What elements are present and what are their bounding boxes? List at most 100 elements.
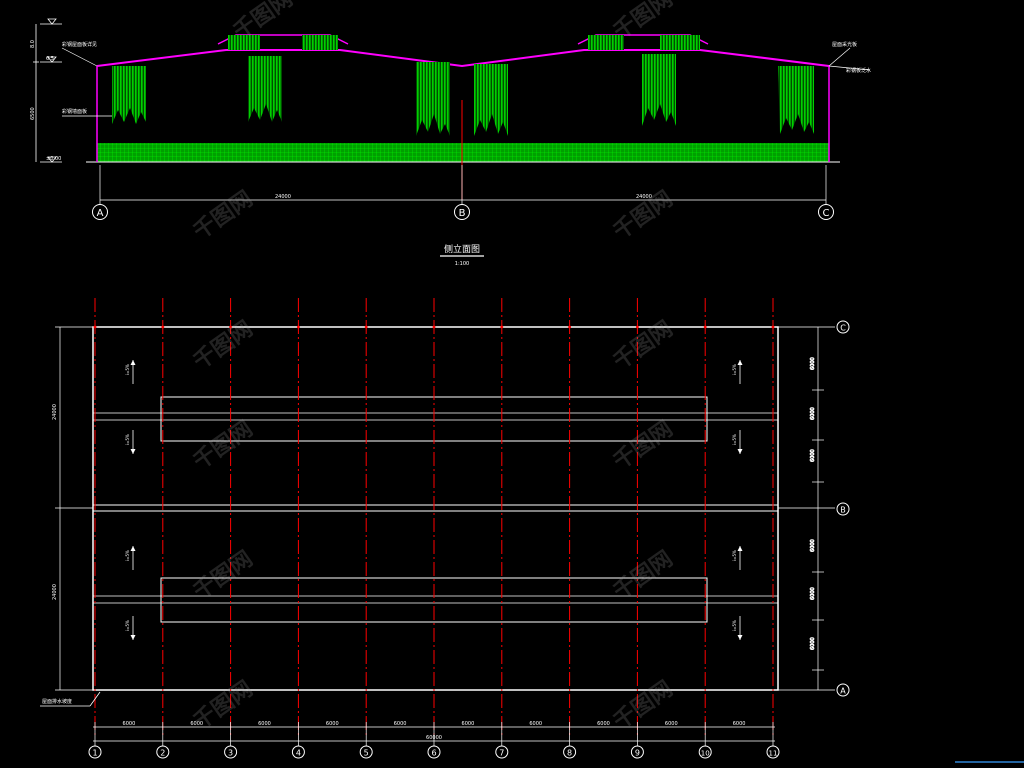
axis-bubble-row-c: C xyxy=(836,320,850,334)
axis-bubble-b: B xyxy=(454,204,470,220)
cad-drawing: 8.0 6.5 ±0.00 6500 彩钢屋面板详见 彩钢墙面板 屋面采光板 彩… xyxy=(30,0,1024,763)
slope-label: i=5% xyxy=(125,620,130,631)
grid-node xyxy=(297,325,300,329)
axis-label-3: 3 xyxy=(228,749,233,758)
right-dimension: 6000 xyxy=(810,407,816,420)
arrow-head-icon xyxy=(130,635,136,640)
level-mark-ground: ±0.00 xyxy=(46,156,61,162)
elevation-dimension xyxy=(99,165,827,205)
axis-label-4: 4 xyxy=(296,749,301,758)
watermark-text: 千图网 xyxy=(189,187,257,245)
building-outline xyxy=(92,326,779,691)
arrow-head-icon xyxy=(130,360,136,365)
curtain-panel xyxy=(416,62,450,136)
bay-dimension: 6000 xyxy=(258,721,271,727)
arrow-head-icon xyxy=(737,635,743,640)
axis-label-1: 1 xyxy=(92,749,97,758)
watermark-text: 千图网 xyxy=(229,0,297,45)
axis-label-7: 7 xyxy=(499,749,504,758)
grid-node xyxy=(93,325,97,329)
column-axis-bubbles: 1 2 3 4 5 6 7 8 9 10 11 xyxy=(88,722,780,759)
bay-dimension: 6000 xyxy=(733,721,746,727)
note-skylight: 屋面采光板 xyxy=(832,41,857,48)
arrow-head-icon xyxy=(737,449,743,454)
level-mark-top: 8.0 xyxy=(30,40,36,48)
plan-note: 屋面排水坡度 xyxy=(42,698,72,705)
right-dimension: 6000 xyxy=(810,637,816,650)
axis-label-6: 6 xyxy=(431,749,436,758)
note-roof-panel: 彩钢屋面板详见 xyxy=(62,41,97,48)
slope-label: i=5% xyxy=(732,364,737,375)
grid-node xyxy=(568,325,571,329)
curtain-panel xyxy=(112,66,146,124)
curtain-panel xyxy=(642,54,676,126)
elevation-view: 8.0 6.5 ±0.00 6500 彩钢屋面板详见 彩钢墙面板 屋面采光板 彩… xyxy=(30,18,871,267)
axis-label-10: 10 xyxy=(701,750,710,758)
arrow-head-icon xyxy=(130,546,136,551)
arrow-head-icon xyxy=(737,546,743,551)
curtain-panel xyxy=(248,56,282,122)
elevation-title: 侧立面图 xyxy=(444,243,480,255)
bay-dimension: 6000 xyxy=(326,721,339,727)
axis-bubble-a: A xyxy=(92,204,108,220)
bay-dimension: 6000 xyxy=(529,721,542,727)
svg-text:C: C xyxy=(823,208,830,219)
grid-node xyxy=(364,325,368,329)
vent-panel xyxy=(660,35,700,50)
right-dimension: 6000 xyxy=(810,587,816,600)
vent-panel xyxy=(302,35,338,50)
slope-label: i=5% xyxy=(125,550,130,561)
right-dimension: 6000 xyxy=(810,357,816,370)
grid-node xyxy=(161,325,165,329)
slope-label: i=5% xyxy=(732,434,737,445)
bay-dimension: 6000 xyxy=(123,721,136,727)
axis-bubble-row-a: A xyxy=(836,683,850,697)
axis-label-5: 5 xyxy=(364,749,369,758)
svg-text:A: A xyxy=(840,687,846,696)
grid-node xyxy=(500,325,504,329)
arrow-head-icon xyxy=(130,449,136,454)
elevation-dim-left: 24000 xyxy=(275,194,291,200)
right-dimension: 6000 xyxy=(810,539,816,552)
svg-text:A: A xyxy=(97,208,104,219)
slope-label: i=5% xyxy=(125,364,130,375)
curtain-panel xyxy=(474,64,508,136)
axis-label-8: 8 xyxy=(567,749,572,758)
watermark-text: 千图网 xyxy=(189,417,257,475)
watermark-text: 千图网 xyxy=(609,417,677,475)
watermark-text: 千图网 xyxy=(609,317,677,375)
level-mark-eave: 6.5 xyxy=(46,56,54,62)
wall-panel-band xyxy=(97,143,829,162)
slope-label: i=5% xyxy=(732,620,737,631)
left-dim-upper: 24000 xyxy=(52,404,58,420)
slope-label: i=5% xyxy=(125,434,130,445)
curtain-panel xyxy=(778,66,814,134)
bay-dimension: 6000 xyxy=(394,721,407,727)
height-dimension: 6500 xyxy=(30,107,36,120)
axis-label-2: 2 xyxy=(160,749,165,758)
leader-lines xyxy=(61,47,871,117)
left-dim-lower: 24000 xyxy=(52,584,58,600)
roof-plan-view: i=5% i=5% i=5% i=5% i=5% i=5% i=5% i=5% 24000 2… xyxy=(40,298,850,759)
axis-label-9: 9 xyxy=(635,749,640,758)
grid-node xyxy=(703,325,707,329)
svg-text:C: C xyxy=(840,324,846,333)
left-dimension-chain xyxy=(55,326,93,691)
axis-bubble-row-b: B xyxy=(836,502,850,516)
right-dimension-chain: 6000 6000 6000 6000 6000 6000 xyxy=(778,326,835,691)
arrow-head-icon xyxy=(737,360,743,365)
grid-node xyxy=(432,325,436,329)
svg-text:B: B xyxy=(840,506,846,515)
slope-label: i=5% xyxy=(732,550,737,561)
elevation-scale: 1:100 xyxy=(455,261,469,267)
bay-dimension: 6000 xyxy=(665,721,678,727)
bay-dimension: 6000 xyxy=(462,721,475,727)
right-dimension: 6000 xyxy=(810,449,816,462)
axis-label-11: 11 xyxy=(769,750,778,758)
bay-dimension: 6000 xyxy=(597,721,610,727)
grid-node xyxy=(636,325,639,329)
roof-line xyxy=(96,49,830,68)
axis-bubble-c: C xyxy=(818,204,834,220)
level-marks xyxy=(33,18,62,163)
watermark-text: 千图网 xyxy=(189,677,257,735)
